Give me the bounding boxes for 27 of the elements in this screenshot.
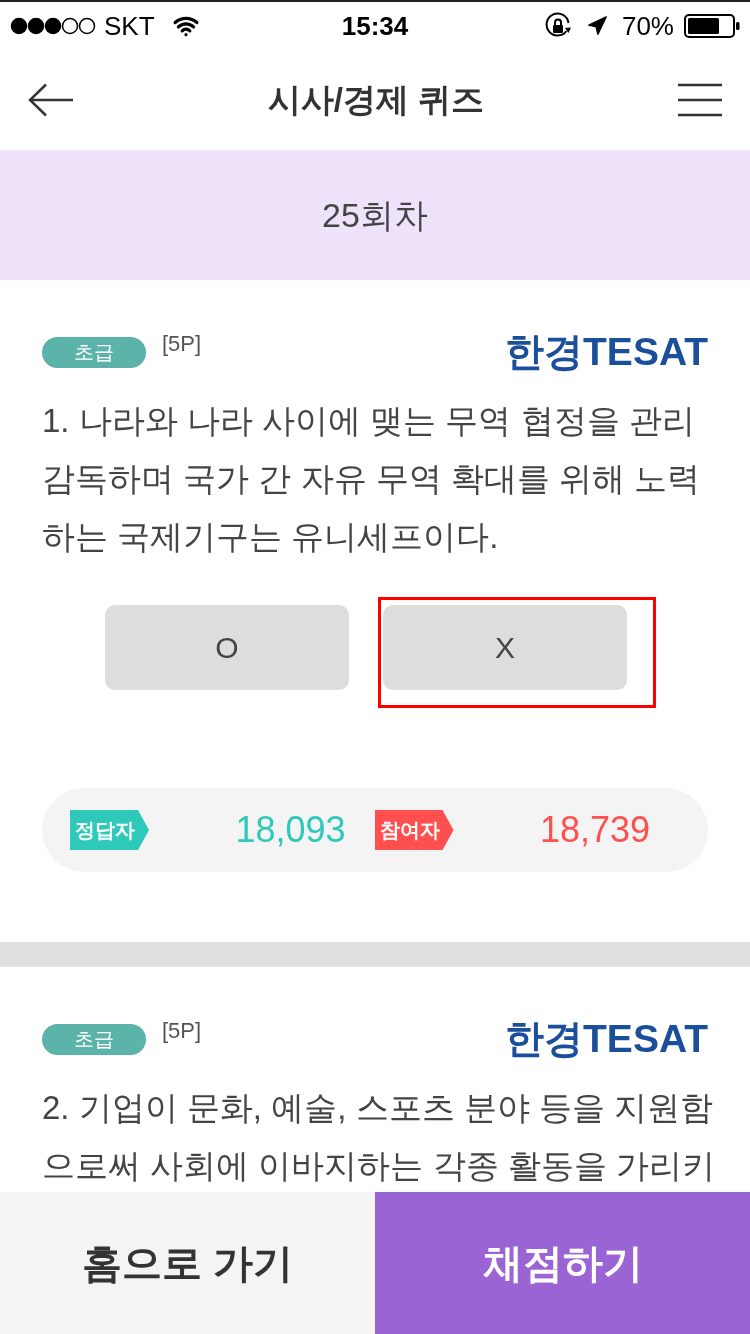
battery-percent: 70% bbox=[621, 9, 674, 43]
home-button[interactable]: 홈으로 가기 bbox=[0, 1192, 375, 1334]
stat-count: 18,739 bbox=[539, 808, 650, 852]
level-badge: 초급 bbox=[42, 1023, 146, 1055]
question-text: 2. 기업이 문화, 예술, 스포츠 분야 등을 지원함으로써 사회에 이바지하는 각종 활동을 가리키 bbox=[42, 1088, 716, 1186]
signal-strength-icon bbox=[10, 17, 96, 35]
points-label: [5P] bbox=[162, 1017, 202, 1044]
menu-icon[interactable] bbox=[678, 83, 722, 117]
page-title: 시사/경제 퀴즈 bbox=[267, 80, 485, 121]
brand-logo: 한경TESAT bbox=[505, 332, 708, 372]
answer-button[interactable]: X bbox=[383, 605, 627, 690]
level-badge: 초급 bbox=[42, 336, 146, 368]
grade-button[interactable]: 채점하기 bbox=[375, 1192, 750, 1334]
carrier-name: SKT bbox=[104, 9, 155, 43]
rotation-lock-icon bbox=[543, 12, 572, 40]
battery-icon bbox=[684, 14, 740, 38]
back-arrow-icon[interactable] bbox=[28, 83, 74, 117]
answer-button[interactable]: O bbox=[105, 605, 349, 690]
status-time: 15:34 bbox=[341, 9, 409, 43]
stat-tag: 정답자 bbox=[70, 810, 149, 850]
stat-count: 18,093 bbox=[235, 808, 346, 852]
stat-tag: 참여자 bbox=[374, 810, 454, 850]
round-label: 25회차 bbox=[322, 194, 428, 236]
points-label: [5P] bbox=[162, 330, 202, 357]
question-text: 1. 나라와 나라 사이에 맺는 무역 협정을 관리감독하며 국가 간 자유 무역 확대를 위해 노력하는 국제기구는 유니세프이다. bbox=[42, 401, 702, 557]
location-arrow-icon bbox=[585, 15, 608, 37]
brand-logo: 한경TESAT bbox=[505, 1019, 708, 1059]
